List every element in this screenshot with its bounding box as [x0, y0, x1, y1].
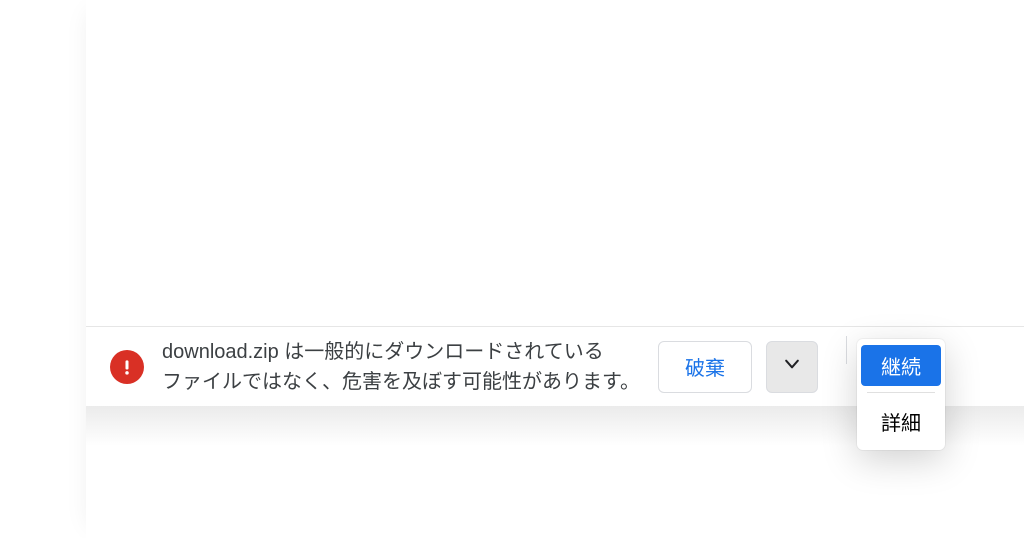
- warning-line-1: は一般的にダウンロードされている: [279, 341, 604, 363]
- more-actions-button[interactable]: [766, 341, 818, 393]
- download-filename: download.zip: [162, 341, 279, 363]
- menu-item-continue[interactable]: 継続: [861, 345, 941, 386]
- discard-button[interactable]: 破棄: [658, 341, 752, 393]
- discard-button-label: 破棄: [685, 352, 725, 381]
- separator: [846, 336, 847, 364]
- warning-icon: [110, 350, 144, 384]
- download-actions: 破棄: [658, 341, 818, 393]
- menu-item-details-label: 詳細: [881, 413, 921, 435]
- page-content: [86, 0, 1024, 538]
- warning-line-2: ファイルではなく、危害を及ぼす可能性があります。: [162, 371, 640, 393]
- warning-message: download.zip は一般的にダウンロードされている ファイルではなく、危…: [162, 337, 640, 397]
- more-actions-menu: 継続 詳細: [857, 339, 945, 450]
- menu-item-continue-label: 継続: [881, 357, 921, 379]
- menu-item-details[interactable]: 詳細: [857, 399, 945, 444]
- menu-separator: [867, 392, 935, 393]
- chevron-down-icon: [782, 354, 802, 380]
